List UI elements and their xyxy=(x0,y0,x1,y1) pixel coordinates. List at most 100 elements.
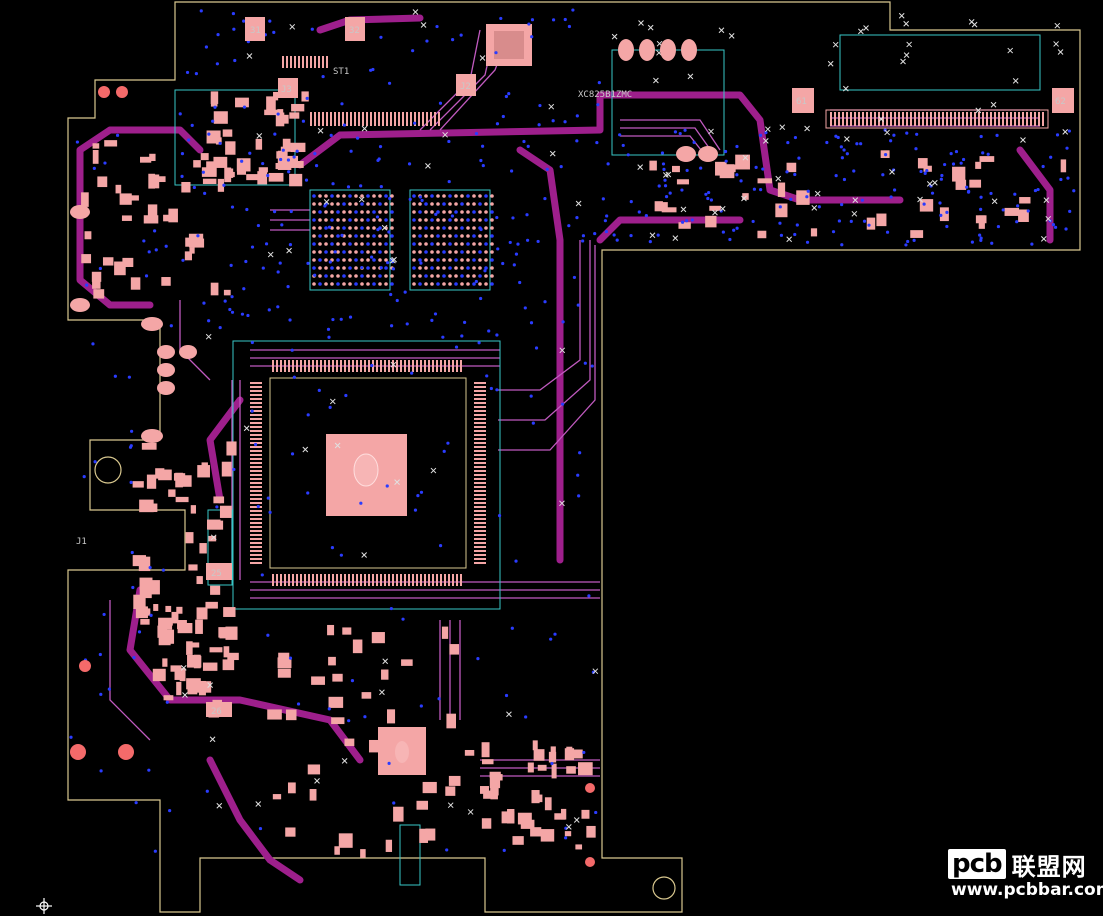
qfp-pin xyxy=(440,360,442,372)
bga-ball xyxy=(390,202,394,206)
header-pin xyxy=(426,112,428,126)
bga-ball xyxy=(490,226,494,230)
fpc-pin xyxy=(986,112,988,126)
smd-pad xyxy=(654,201,663,212)
via xyxy=(181,258,185,262)
via xyxy=(451,38,455,42)
via xyxy=(735,226,739,230)
qfp-pin xyxy=(316,574,318,586)
bga-ball xyxy=(384,234,388,238)
via xyxy=(1001,208,1005,212)
fpc-pin xyxy=(926,112,928,126)
bga-ball xyxy=(472,202,476,206)
via xyxy=(218,325,222,330)
bga-ball xyxy=(478,258,482,262)
qfp-pin xyxy=(288,360,290,372)
via xyxy=(301,119,306,123)
via xyxy=(518,280,522,285)
smd-pad xyxy=(213,496,225,504)
via xyxy=(359,501,363,505)
via xyxy=(514,252,519,256)
qfp-pin xyxy=(474,382,486,384)
bga-ball xyxy=(330,202,334,206)
via xyxy=(508,240,512,245)
bga-ball xyxy=(484,250,488,254)
fpc-pin xyxy=(834,112,836,126)
smd-pad xyxy=(92,149,99,164)
qfp-pin xyxy=(336,574,338,586)
cross-mark xyxy=(712,209,718,216)
header-pin xyxy=(418,112,420,126)
bga-ball xyxy=(384,218,388,222)
bga-ball xyxy=(436,194,440,198)
smd-pad xyxy=(705,215,717,228)
cross-mark xyxy=(653,77,659,84)
smd-pad xyxy=(446,713,457,729)
bga-ball xyxy=(360,234,364,238)
origin-marker-icon xyxy=(36,898,52,914)
smd-pad xyxy=(185,532,194,544)
qfp-pin xyxy=(456,360,458,372)
via xyxy=(272,209,277,214)
via xyxy=(867,223,871,227)
bga-ball xyxy=(336,274,340,278)
bga-ball xyxy=(372,282,376,286)
smd-pad xyxy=(386,709,396,724)
via xyxy=(434,212,438,216)
via xyxy=(979,134,983,139)
via xyxy=(590,364,594,368)
bga-ball xyxy=(378,250,382,254)
via xyxy=(516,242,520,246)
smd-pad xyxy=(97,176,108,188)
header-pin xyxy=(398,112,400,126)
bga-ball xyxy=(342,202,346,206)
fpc-pin xyxy=(990,112,992,126)
via xyxy=(266,633,270,637)
bga-ball xyxy=(478,274,482,278)
qfp-pin xyxy=(474,558,486,560)
bga-ball xyxy=(454,258,458,262)
bga-ball xyxy=(442,258,446,262)
bga-ball xyxy=(412,226,416,230)
via xyxy=(885,230,890,234)
bga-ball xyxy=(448,250,452,254)
smd-pad xyxy=(910,230,924,238)
bga-ball xyxy=(378,258,382,262)
via xyxy=(296,702,301,706)
qfp-pin xyxy=(474,462,486,464)
smd-pad xyxy=(449,644,460,655)
bga-ball xyxy=(336,242,340,246)
qfp-pin xyxy=(250,438,262,440)
via xyxy=(536,239,540,244)
bga-ball xyxy=(442,210,446,214)
qfp-pin xyxy=(250,458,262,460)
smd-pad xyxy=(132,481,144,488)
bga-ball xyxy=(472,250,476,254)
cross-mark xyxy=(832,41,839,48)
fpc-pin xyxy=(850,112,852,126)
fpc-pin xyxy=(866,112,868,126)
via xyxy=(213,105,217,109)
bga-ball xyxy=(436,258,440,262)
smd-pad xyxy=(533,749,545,761)
smd-pad xyxy=(246,174,261,181)
via xyxy=(248,151,252,155)
smd-pad xyxy=(267,709,282,720)
via xyxy=(495,122,500,126)
via xyxy=(321,74,325,79)
via xyxy=(732,228,736,232)
via xyxy=(278,261,282,265)
qfp-pin xyxy=(304,360,306,372)
via xyxy=(595,140,599,145)
via xyxy=(306,261,310,265)
header-pin xyxy=(338,112,340,126)
header-pin xyxy=(434,112,436,126)
qfp-pin xyxy=(432,574,434,586)
bga-ball xyxy=(448,202,452,206)
qfp-pin xyxy=(292,360,294,372)
header-pin xyxy=(366,112,368,126)
via xyxy=(495,215,499,220)
via xyxy=(576,473,580,477)
qfp-pin xyxy=(356,574,358,586)
cross-mark xyxy=(1054,22,1061,29)
